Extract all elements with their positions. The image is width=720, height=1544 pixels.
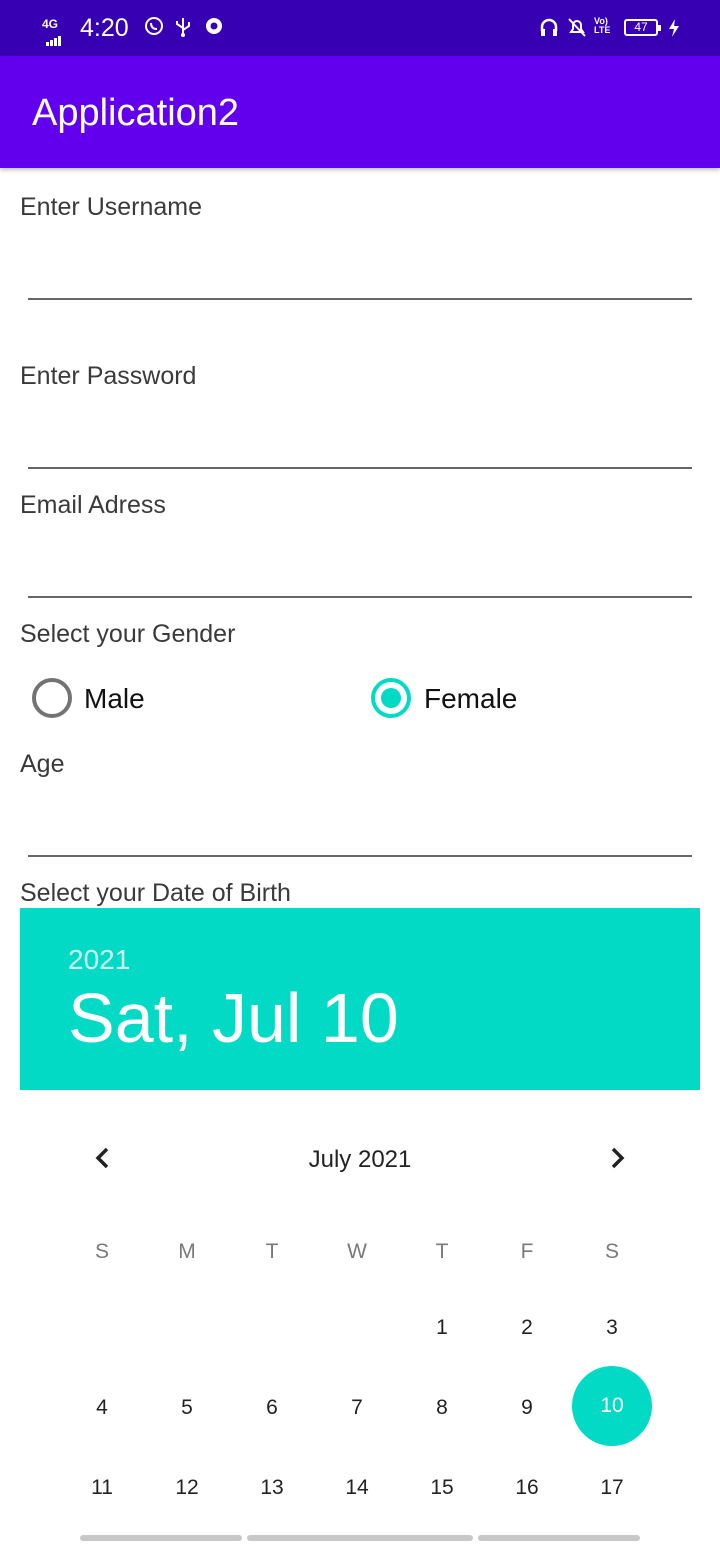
password-label: Enter Password [20,362,197,390]
weekday-label: W [347,1240,367,1263]
date-picker-selected-date[interactable]: Sat, Jul 10 [68,978,399,1058]
date-picker-header: 2021 Sat, Jul 10 [20,908,700,1090]
usb-icon [174,16,192,43]
username-underline [28,298,692,300]
date-picker-year[interactable]: 2021 [68,944,130,976]
calendar-day[interactable]: 3 [582,1316,642,1340]
chevron-right-icon[interactable] [604,1145,630,1176]
gender-label: Select your Gender [20,620,236,648]
volte-icon: Vo) LTE [594,16,611,35]
weekday-label: T [435,1240,449,1263]
age-underline [28,855,692,857]
female-radio[interactable] [371,678,411,718]
weekday-label: T [265,1240,279,1263]
calendar-day[interactable]: 11 [72,1476,132,1500]
email-field[interactable] [28,548,692,596]
calendar-day[interactable]: 8 [412,1396,472,1420]
scroll-indicator [80,1535,242,1541]
calendar-day[interactable]: 4 [72,1396,132,1420]
dob-label: Select your Date of Birth [20,879,291,907]
weekday-label: S [604,1240,619,1263]
charging-icon [668,18,680,43]
calendar-day[interactable]: 15 [412,1476,472,1500]
calendar-day[interactable]: 7 [327,1396,387,1420]
signal-icon [46,28,62,46]
calendar-day[interactable]: 16 [497,1476,557,1500]
weekday-label: S [94,1240,109,1263]
status-bar: 4G 4:20 Vo) LTE 47 [0,0,720,56]
weekday-label: F [520,1240,534,1263]
email-label: Email Adress [20,491,166,519]
email-underline [28,596,692,598]
username-label: Enter Username [20,193,203,221]
calendar-day-selected[interactable]: 10 [572,1366,652,1446]
calendar-day[interactable]: 5 [157,1396,217,1420]
password-underline [28,467,692,469]
female-radio-label[interactable]: Female [424,683,517,715]
age-label: Age [20,750,65,778]
calendar-day[interactable]: 1 [412,1316,472,1340]
male-radio[interactable] [32,678,72,718]
calendar-day[interactable]: 12 [157,1476,217,1500]
calendar-day[interactable]: 2 [497,1316,557,1340]
calendar-day[interactable]: 13 [242,1476,302,1500]
chrome-icon [204,16,224,41]
scroll-indicator [478,1535,640,1541]
username-field[interactable] [28,250,692,298]
app-title: Application2 [32,92,240,134]
password-field[interactable] [28,418,692,466]
calendar-day[interactable]: 6 [242,1396,302,1420]
weekday-label: M [178,1240,196,1263]
male-radio-label[interactable]: Male [84,683,145,715]
calendar-day-selected-label: 10 [600,1394,624,1417]
scroll-indicator [247,1535,473,1541]
calendar-day[interactable]: 9 [497,1396,557,1420]
calendar-day[interactable]: 17 [582,1476,642,1500]
bell-off-icon [566,16,588,43]
calendar-day[interactable]: 14 [327,1476,387,1500]
headphones-icon [538,16,560,43]
app-bar: Application2 [0,56,720,168]
status-time: 4:20 [80,14,129,42]
battery-icon: 47 [624,19,661,36]
whatsapp-icon [144,16,164,41]
age-field[interactable] [28,806,692,854]
